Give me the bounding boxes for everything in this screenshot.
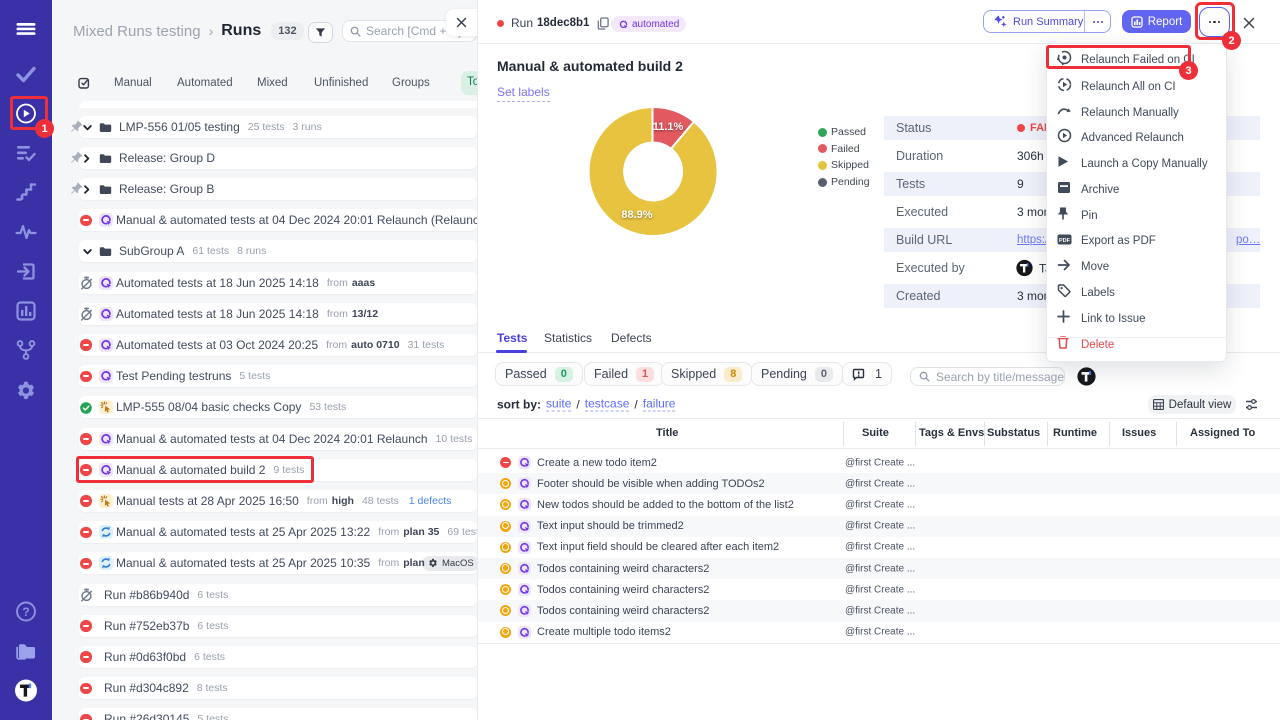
svg-text:?: ? [22, 605, 29, 619]
svg-text:PDF: PDF [1059, 238, 1071, 244]
svg-text:88.9%: 88.9% [621, 209, 652, 221]
svg-text:11.1%: 11.1% [653, 121, 684, 133]
